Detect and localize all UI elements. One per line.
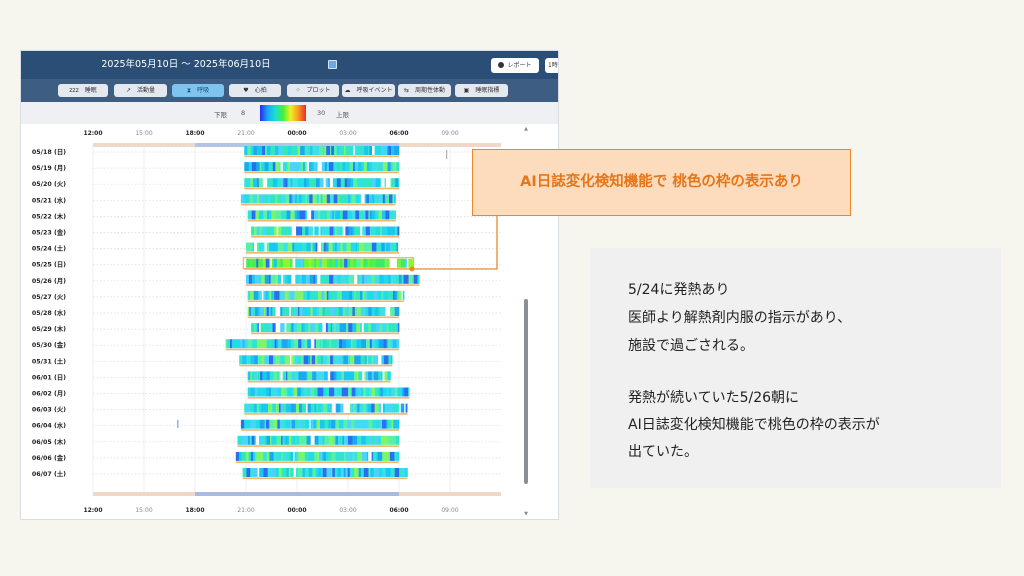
note-line: 発熱が続いていた5/26朝に <box>628 390 800 406</box>
note-line: AI日誌変化検知機能で桃色の枠の表示が <box>628 417 880 433</box>
note-line: 出ていた。 <box>628 444 698 460</box>
note-line: 5/24に発熱あり <box>628 282 730 298</box>
explanation-note: 5/24に発熱あり 医師より解熱剤内服の指示があり、 施設で過ごされる。 発熱が… <box>590 248 1001 488</box>
note-line: 医師より解熱剤内服の指示があり、 <box>628 310 852 326</box>
callout-leader-line <box>412 216 498 270</box>
callout-text: AI日誌変化検知機能で 桃色の枠の表示あり <box>520 174 803 190</box>
callout-anchor-dot <box>409 266 415 272</box>
callout-box: AI日誌変化検知機能で 桃色の枠の表示あり <box>472 149 851 216</box>
note-line: 施設で過ごされる。 <box>628 338 754 354</box>
